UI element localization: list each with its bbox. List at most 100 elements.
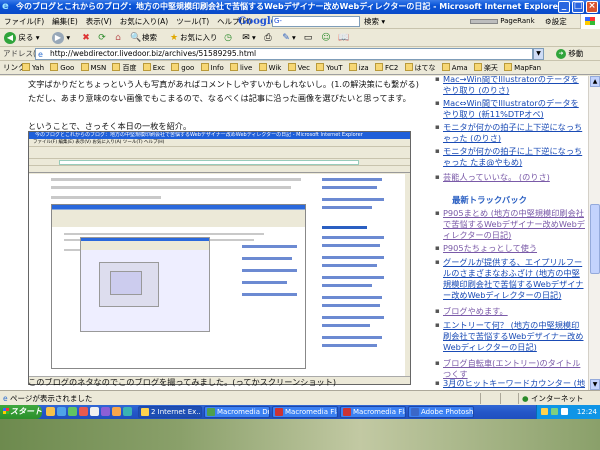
quick-launch-icon[interactable] — [46, 407, 55, 416]
taskbar-dreamweaver-button[interactable]: Macromedia Dre... — [204, 406, 270, 418]
google-search-input[interactable]: G- — [272, 16, 360, 27]
link-item[interactable]: Vec — [287, 61, 310, 74]
quick-launch-icon[interactable] — [57, 407, 66, 416]
refresh-button[interactable]: ⟳ — [96, 31, 108, 45]
embedded-screenshot-image[interactable]: 今のブログとこれからのブログ：地方の中堅規模印刷会社で苦悩するWebデザイナー改… — [28, 131, 411, 385]
sidebar-comment-item[interactable]: ▪ Mac→Win間でIllustratorのデータをやり取り (のりさ) — [435, 76, 585, 96]
pagerank-indicator: PageRank — [470, 15, 535, 28]
link-item[interactable]: Goo — [50, 61, 74, 74]
links-bar: リンク Yah Goo MSN 百度 Exc goo Info live Wik… — [0, 61, 600, 75]
link-item[interactable]: YouT — [316, 61, 343, 74]
favorites-button[interactable]: ★ お気に入り — [168, 31, 218, 45]
address-input[interactable]: e http://webdirector.livedoor.biz/archive… — [35, 48, 533, 60]
taskbar-photoshop-button[interactable]: Adobe Photoshop — [408, 406, 474, 418]
mail-button[interactable]: ✉ ▾ — [240, 31, 256, 45]
link-item[interactable]: goo — [171, 61, 194, 74]
tray-icon[interactable] — [541, 408, 548, 415]
quick-launch-icon[interactable] — [90, 407, 99, 416]
link-item[interactable]: Exc — [142, 61, 165, 74]
link-item[interactable]: iza — [348, 61, 369, 74]
status-text: e ページが表示されました — [3, 394, 93, 403]
link-item[interactable]: はてな — [404, 61, 436, 74]
link-item[interactable]: Info — [200, 61, 224, 74]
embedded-title-bar: 今のブログとこれからのブログ：地方の中堅規模印刷会社で苦悩するWebデザイナー改… — [29, 132, 410, 139]
discuss-icon: ▭ — [303, 33, 313, 43]
back-button[interactable]: ◀ 戻る ▾ — [4, 31, 40, 45]
edit-button[interactable]: ✎ ▾ — [280, 31, 296, 45]
vertical-scrollbar[interactable]: ▲ ▼ — [588, 76, 600, 390]
go-button[interactable]: ➜ 移動 — [556, 47, 583, 61]
trackback-heading: 最新トラックバック — [452, 195, 527, 205]
start-button[interactable]: スタート — [0, 405, 42, 419]
search-icon: 🔍 — [130, 33, 142, 43]
quick-launch-icon[interactable] — [123, 407, 132, 416]
discuss-button[interactable]: ▭ — [302, 31, 314, 45]
search-button[interactable]: 🔍検索 — [130, 31, 157, 45]
link-item[interactable]: Ama — [441, 61, 468, 74]
sidebar-comment-item[interactable]: ▪ Mac⇔Win間でIllustratorのデータをやり取り (新11%DTPオ… — [435, 98, 585, 120]
close-button[interactable]: × — [586, 1, 598, 13]
menu-file[interactable]: ファイル(F) — [0, 14, 48, 29]
link-item[interactable]: Wik — [258, 61, 281, 74]
trackback-item[interactable]: ▪ P905まとめ (地方の中堅規模印刷会社で苦悩するWebデザイナー改めWebデ… — [435, 208, 585, 241]
window-title: 今のブログとこれからのブログ：地方の中堅規模印刷会社で苦悩するWebデザイナー改… — [16, 2, 562, 11]
print-button[interactable]: ⎙ — [262, 31, 274, 45]
menu-edit[interactable]: 編集(E) — [48, 14, 82, 29]
tray-icon[interactable] — [561, 408, 568, 415]
ie-window: e 今のブログとこれからのブログ：地方の中堅規模印刷会社で苦悩するWebデザイナ… — [0, 0, 600, 450]
link-item[interactable]: live — [229, 61, 252, 74]
quick-launch-icon[interactable] — [112, 407, 121, 416]
scroll-down-arrow-icon[interactable]: ▼ — [590, 379, 600, 390]
link-item[interactable]: MSN — [80, 61, 106, 74]
research-button[interactable]: 📖 — [338, 31, 350, 45]
history-button[interactable]: ◷ — [222, 31, 234, 45]
stop-button[interactable]: ✖ — [80, 31, 92, 45]
settings-button[interactable]: ⚙設定 — [545, 15, 567, 28]
maximize-button[interactable]: □ — [572, 1, 584, 13]
mail-icon: ✉ — [242, 33, 250, 43]
link-item[interactable]: Yah — [22, 61, 44, 74]
image-caption: このブログのネタなのでこのブログを撮ってみました。(ってかスクリーンショット) — [28, 377, 337, 387]
title-bar[interactable]: e 今のブログとこれからのブログ：地方の中堅規模印刷会社で苦悩するWebデザイナ… — [0, 0, 600, 14]
taskbar-flash-button[interactable]: Macromedia Fla... — [340, 406, 406, 418]
history-icon: ◷ — [224, 33, 232, 43]
menu-bar: ファイル(F) 編集(E) 表示(V) お気に入り(A) ツール(T) ヘルプ(H) Go… — [0, 14, 600, 29]
home-button[interactable]: ⌂ — [112, 31, 124, 45]
google-search-button[interactable]: 検索 ▾ — [364, 15, 385, 28]
page-icon: e — [38, 50, 43, 59]
link-item[interactable]: 百度 — [112, 61, 136, 74]
link-item[interactable]: 楽天 — [473, 61, 498, 74]
trackback-item[interactable]: ▪ ブログ自転車(エントリー)のタイトルつくす — [435, 358, 585, 380]
clock[interactable]: 12:24 — [577, 405, 597, 419]
messenger-icon: ☺ — [321, 33, 331, 43]
link-item[interactable]: MapFan — [504, 61, 541, 74]
refresh-icon: ⟳ — [98, 33, 106, 43]
link-item[interactable]: FC2 — [374, 61, 398, 74]
edit-icon: ✎ — [282, 33, 290, 43]
trackback-item[interactable]: ▪3月のヒットキーワードカウンター (地方の中堅規模印刷会社で苦悩するWebデザ… — [435, 378, 585, 390]
scrollbar-thumb[interactable] — [590, 204, 600, 274]
sidebar-comment-item[interactable]: ▪ モニタが何かの拍子に上下逆になっちゃった (のりさ) — [435, 122, 585, 144]
trackback-item[interactable]: ▪ P905たちょっとして使う — [435, 243, 585, 254]
stop-icon: ✖ — [82, 33, 90, 43]
taskbar-flash-button[interactable]: Macromedia Fla... — [272, 406, 338, 418]
forward-button[interactable]: ▶ ▾ — [52, 31, 70, 45]
messenger-button[interactable]: ☺ — [320, 31, 332, 45]
trackback-item[interactable]: ▪ ブログやめます。 — [435, 306, 585, 317]
quick-launch-icon[interactable] — [79, 407, 88, 416]
scroll-up-arrow-icon[interactable]: ▲ — [590, 76, 600, 87]
tray-icon[interactable] — [551, 408, 558, 415]
sidebar-comment-item[interactable]: ▪ モニタが何かの拍子に上下逆になっちゃった たま@やもめ) — [435, 146, 585, 168]
menu-tools[interactable]: ツール(T) — [172, 14, 213, 29]
sidebar-comment-item[interactable]: ▪ 芸能人っていいな。 (のりさ) — [435, 172, 585, 183]
minimize-button[interactable]: _ — [558, 1, 570, 13]
trackback-item[interactable]: ▪ エントリーて何？ (地方の中堅規模印刷会社で苦悩するWebデザイナー改めWeb… — [435, 320, 585, 353]
quick-launch-icon[interactable] — [101, 407, 110, 416]
menu-view[interactable]: 表示(V) — [82, 14, 116, 29]
trackback-item[interactable]: ▪ グーグルが提供する、エイプリルフールのさまざまなおふざけ (地方の中堅規模印刷… — [435, 257, 585, 301]
menu-favorites[interactable]: お気に入り(A) — [116, 14, 172, 29]
quick-launch-icon[interactable] — [68, 407, 77, 416]
taskbar-ie-button[interactable]: 2 Internet Ex... — [138, 406, 202, 418]
research-icon: 📖 — [338, 33, 350, 43]
address-dropdown-button[interactable]: ▼ — [533, 48, 544, 60]
